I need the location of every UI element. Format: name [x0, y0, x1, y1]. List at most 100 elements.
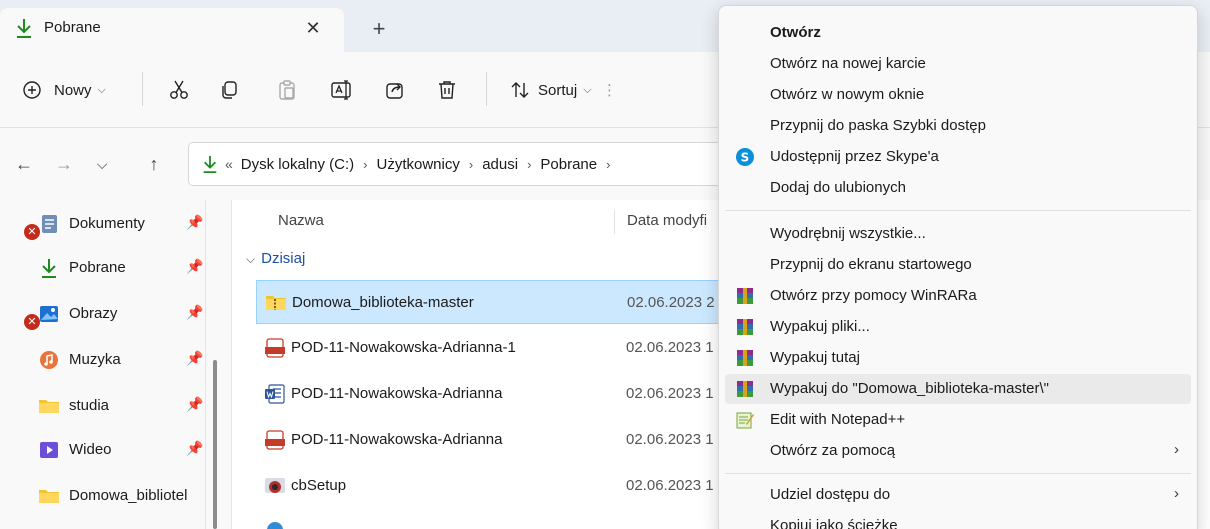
menu-item-label: Wypakuj tutaj — [770, 349, 860, 366]
breadcrumb-overflow[interactable]: « — [225, 156, 233, 172]
menu-item-extract-all[interactable]: Wyodrębnij wszystkie... — [725, 219, 1191, 249]
menu-item-copy-as-path[interactable]: Kopiuj jako ścieżkę — [725, 511, 1191, 529]
new-button-label: Nowy — [54, 81, 92, 99]
column-header-date[interactable]: Data modyfi — [627, 212, 707, 229]
delete-icon — [439, 81, 455, 99]
menu-item-label: Otwórz w nowym oknie — [770, 86, 925, 103]
nav-item-pictures[interactable]: ✕ Obrazy 📌 — [0, 292, 232, 336]
delete-button[interactable] — [436, 70, 458, 110]
menu-item-pin-start[interactable]: Przypnij do ekranu startowego — [725, 250, 1191, 280]
share-icon — [386, 83, 403, 99]
chevron-right-icon: › — [1174, 485, 1179, 502]
share-button[interactable] — [384, 70, 406, 110]
svg-text:S: S — [741, 151, 750, 165]
chevron-right-icon[interactable]: › — [527, 157, 531, 172]
up-button[interactable]: ↑ — [140, 150, 168, 178]
menu-item-label: Edit with Notepad++ — [770, 411, 906, 428]
nav-item-label: Muzyka — [69, 351, 121, 368]
tab-pobrane[interactable]: Pobrane ✕ — [0, 8, 344, 52]
menu-item-label: Wypakuj do "Domowa_biblioteka-master\" — [770, 380, 1049, 397]
menu-item-open-new-window[interactable]: Otwórz w nowym oknie — [725, 80, 1191, 110]
cut-icon — [170, 80, 188, 99]
copy-button[interactable] — [218, 70, 240, 110]
folder-icon — [39, 490, 59, 503]
cut-button[interactable] — [168, 70, 190, 110]
menu-item-open-winrar[interactable]: Otwórz przy pomocy WinRARa — [725, 281, 1191, 311]
close-tab-button[interactable]: ✕ — [300, 15, 326, 41]
file-name: POD-11-Nowakowska-Adrianna-1 — [291, 339, 516, 356]
file-name: cbSetup — [291, 477, 347, 494]
nav-item-label: Wideo — [69, 441, 112, 458]
address-bar[interactable]: « Dysk lokalny (C:) › Użytkownicy › adus… — [188, 142, 748, 186]
menu-separator — [725, 210, 1191, 211]
rename-button[interactable] — [330, 70, 354, 110]
menu-item-label: Przypnij do paska Szybki dostęp — [770, 117, 986, 134]
paste-button[interactable] — [276, 70, 298, 110]
nav-item-music[interactable]: Muzyka 📌 — [0, 338, 232, 382]
pin-icon: 📌 — [186, 350, 204, 366]
file-date: 02.06.2023 1 — [626, 385, 714, 402]
menu-item-give-access[interactable]: Udziel dostępu do › — [725, 480, 1191, 510]
menu-item-extract-to-folder[interactable]: Wypakuj do "Domowa_biblioteka-master\" — [725, 374, 1191, 404]
arrow-up-icon: ↑ — [149, 153, 159, 174]
chevron-down-icon: ⌵ — [246, 252, 256, 266]
error-badge-icon: ✕ — [24, 314, 40, 330]
documents-icon — [42, 215, 57, 233]
tab-title: Pobrane — [44, 19, 101, 36]
menu-item-open-new-tab[interactable]: Otwórz na nowej karcie — [725, 49, 1191, 79]
nav-item-studia[interactable]: studia 📌 — [0, 384, 232, 428]
file-name: Domowa_biblioteka-master — [292, 294, 474, 311]
nav-item-domowa-biblioteka[interactable]: Domowa_bibliotel — [0, 474, 232, 518]
chevron-right-icon[interactable]: › — [606, 157, 610, 172]
menu-item-pin-quick-access[interactable]: Przypnij do paska Szybki dostęp — [725, 111, 1191, 141]
new-tab-button[interactable]: + — [364, 15, 394, 43]
menu-item-share-skype[interactable]: S Udostępnij przez Skype'a — [725, 142, 1191, 172]
sort-button[interactable]: Sortuj ⌵ — [510, 70, 592, 110]
forward-button[interactable]: → — [50, 150, 78, 178]
more-options-button[interactable]: ⋮ — [602, 70, 617, 110]
breadcrumb-local-disk[interactable]: Dysk lokalny (C:) — [241, 156, 354, 173]
file-name: POD-11-Nowakowska-Adrianna — [291, 385, 503, 402]
menu-item-extract-files[interactable]: Wypakuj pliki... — [725, 312, 1191, 342]
chevron-down-icon: ⌵ — [97, 83, 106, 96]
file-date: 02.06.2023 1 — [626, 477, 714, 494]
menu-item-add-favorites[interactable]: Dodaj do ulubionych — [725, 173, 1191, 203]
winrar-icon — [737, 288, 753, 304]
winrar-icon — [737, 381, 753, 397]
menu-item-edit-notepadpp[interactable]: Edit with Notepad++ — [725, 405, 1191, 435]
column-divider[interactable] — [614, 210, 615, 234]
breadcrumb-users[interactable]: Użytkownicy — [377, 156, 460, 173]
download-arrow-icon — [17, 19, 31, 38]
sort-button-label: Sortuj — [538, 81, 578, 99]
nav-item-downloads[interactable]: Pobrane 📌 — [0, 246, 232, 290]
breadcrumb-adusi[interactable]: adusi — [482, 156, 518, 173]
notepadpp-icon — [736, 412, 754, 429]
pin-icon: 📌 — [186, 440, 204, 456]
column-header-name[interactable]: Nazwa — [278, 212, 324, 229]
chevron-right-icon[interactable]: › — [469, 157, 473, 172]
winrar-icon — [737, 319, 753, 335]
menu-item-open[interactable]: Otwórz — [725, 18, 1191, 48]
new-button[interactable]: Nowy ⌵ — [22, 70, 106, 110]
menu-item-label: Otwórz za pomocą — [770, 442, 896, 459]
chevron-down-icon: ⌵ — [96, 155, 108, 172]
navigation-scrollbar[interactable] — [213, 360, 217, 529]
recent-locations-button[interactable]: ⌵ — [88, 150, 116, 178]
toolbar-divider — [142, 72, 143, 106]
menu-item-label: Dodaj do ulubionych — [770, 179, 906, 196]
toolbar-divider — [486, 72, 487, 106]
menu-item-extract-here[interactable]: Wypakuj tutaj — [725, 343, 1191, 373]
nav-item-label: Pobrane — [69, 259, 126, 276]
menu-item-label: Wypakuj pliki... — [770, 318, 870, 335]
file-date: 02.06.2023 2 — [627, 294, 715, 311]
nav-item-documents[interactable]: ✕ Dokumenty 📌 — [0, 202, 232, 246]
group-header-today[interactable]: ⌵ Dzisiaj — [246, 250, 305, 267]
back-button[interactable]: ← — [10, 150, 38, 178]
nav-item-label: Dokumenty — [69, 215, 145, 232]
menu-item-open-with[interactable]: Otwórz za pomocą › — [725, 436, 1191, 466]
breadcrumb-downloads[interactable]: Pobrane — [540, 156, 597, 173]
chevron-right-icon[interactable]: › — [363, 157, 367, 172]
nav-item-label: Obrazy — [69, 305, 118, 322]
nav-item-videos[interactable]: Wideo 📌 — [0, 428, 232, 472]
skype-icon: S — [736, 148, 754, 166]
